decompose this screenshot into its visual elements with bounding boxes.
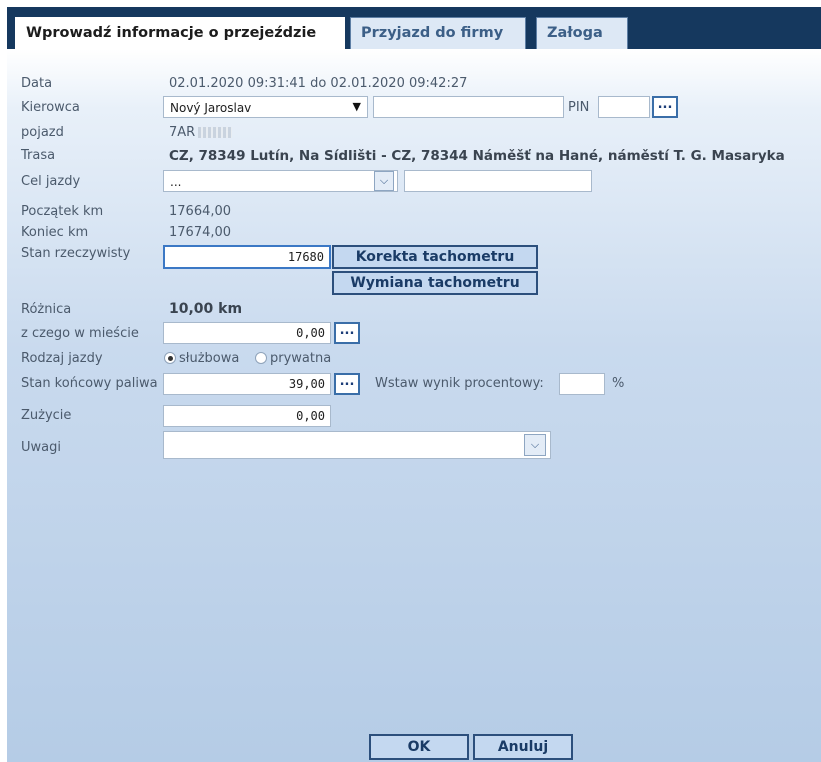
city-km-label: z czego w mieście	[21, 326, 139, 341]
tab-crew[interactable]: Załoga	[536, 17, 628, 49]
tachometer-correction-button[interactable]: Korekta tachometru	[332, 245, 538, 269]
trip-type-business-label: służbowa	[179, 351, 240, 366]
start-km-value: 17664,00	[169, 204, 232, 219]
dropdown-arrow-icon: ▼	[352, 100, 361, 113]
tab-trip-info[interactable]: Wprowadź informacje o przejeździe	[15, 17, 345, 51]
notes-input[interactable]	[163, 431, 551, 459]
pin-label: PIN	[568, 100, 590, 115]
chevron-down-icon[interactable]: ⌵	[524, 434, 546, 456]
tab-bar: Wprowadź informacje o przejeździe Przyja…	[7, 7, 821, 51]
chevron-down-icon[interactable]: ⌵	[374, 171, 394, 191]
consumption-input[interactable]: 0,00	[163, 405, 331, 427]
driver-text-input[interactable]	[373, 96, 564, 118]
difference-label: Różnica	[21, 302, 72, 317]
driver-select[interactable]: Nový Jaroslav ▼	[163, 96, 368, 118]
vehicle-plate: 7AR	[169, 125, 196, 140]
driver-browse-button[interactable]: ...	[652, 96, 678, 118]
purpose-select-value: ...	[170, 175, 182, 189]
driver-label: Kierowca	[21, 100, 80, 115]
city-km-input[interactable]: 0,00	[163, 322, 331, 344]
tachometer-replace-button[interactable]: Wymiana tachometru	[332, 271, 538, 295]
fuel-label: Stan końcowy paliwa	[21, 376, 158, 391]
percent-input[interactable]	[559, 373, 605, 395]
percent-label: Wstaw wynik procentowy:	[375, 376, 544, 391]
start-km-label: Początek km	[21, 204, 104, 219]
fuel-browse-button[interactable]: ...	[334, 373, 360, 395]
form-panel: Data 02.01.2020 09:31:41 do 02.01.2020 0…	[7, 49, 821, 762]
driver-select-value: Nový Jaroslav	[170, 101, 252, 115]
trip-type-label: Rodzaj jazdy	[21, 351, 103, 366]
pin-input[interactable]	[598, 96, 650, 118]
trip-info-dialog: Wprowadź informacje o przejeździe Przyja…	[0, 0, 821, 762]
difference-value: 10,00 km	[169, 301, 243, 317]
end-km-value: 17674,00	[169, 225, 232, 240]
notes-label: Uwagi	[21, 440, 61, 455]
consumption-label: Zużycie	[21, 408, 72, 423]
city-km-browse-button[interactable]: ...	[334, 322, 360, 344]
percent-sign: %	[612, 376, 625, 391]
window-left-edge	[0, 0, 7, 762]
trip-type-private-label: prywatna	[270, 351, 332, 366]
fuel-input[interactable]: 39,00	[163, 373, 331, 395]
purpose-text-input[interactable]	[404, 170, 592, 192]
tab-arrival[interactable]: Przyjazd do firmy	[350, 17, 526, 49]
cancel-button[interactable]: Anuluj	[473, 734, 573, 760]
purpose-label: Cel jazdy	[21, 174, 81, 189]
date-label: Data	[21, 76, 53, 91]
end-km-label: Koniec km	[21, 225, 89, 240]
purpose-select[interactable]: ...	[163, 170, 398, 192]
actual-state-label: Stan rzeczywisty	[21, 246, 131, 261]
route-label: Trasa	[21, 148, 56, 163]
route-value: CZ, 78349 Lutín, Na Sídlišti - CZ, 78344…	[169, 148, 785, 164]
trip-type-private-radio[interactable]	[255, 352, 267, 364]
vehicle-value: 7AR	[169, 125, 233, 140]
actual-state-input[interactable]: 17680	[163, 245, 331, 269]
vehicle-label: pojazd	[21, 125, 64, 140]
trip-type-business-radio[interactable]	[164, 352, 176, 364]
vehicle-plate-redacted	[198, 127, 233, 138]
ok-button[interactable]: OK	[369, 734, 469, 760]
date-value: 02.01.2020 09:31:41 do 02.01.2020 09:42:…	[169, 76, 468, 91]
